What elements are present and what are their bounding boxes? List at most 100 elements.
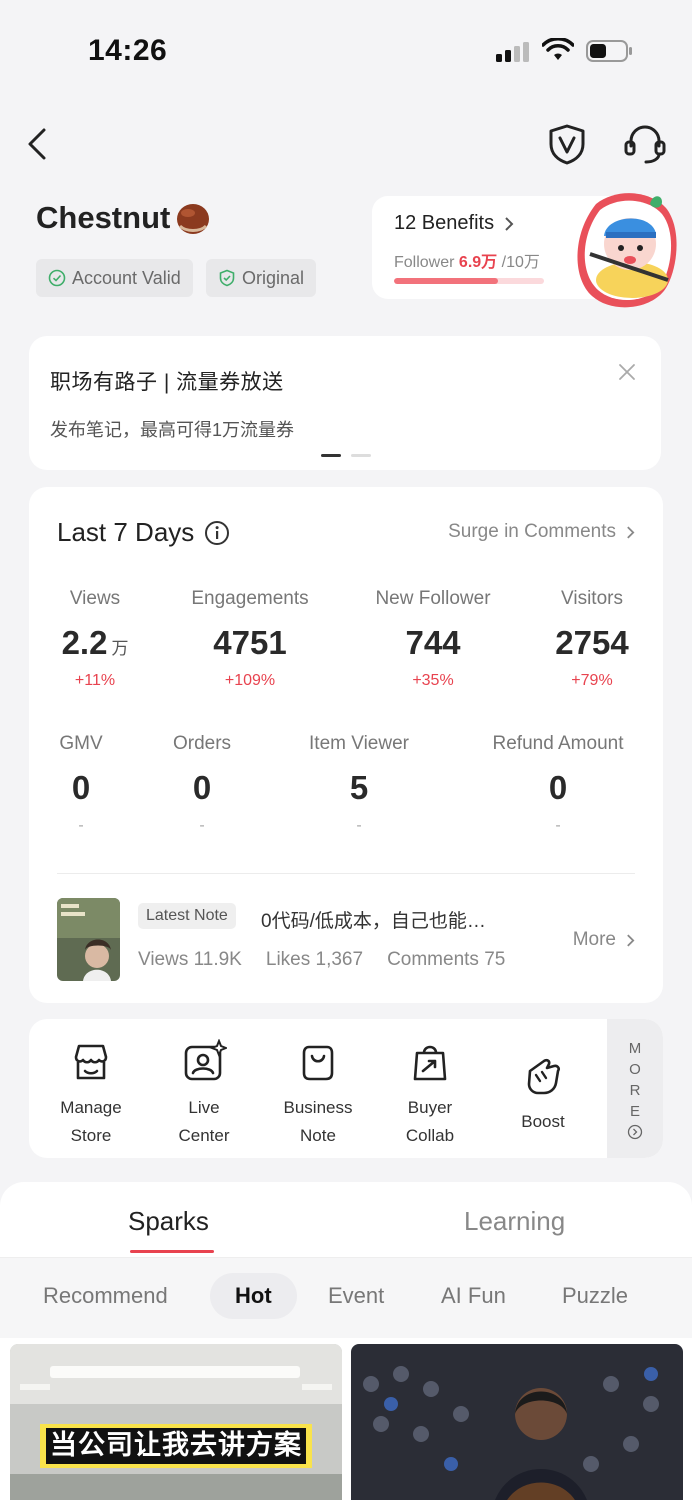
tool-label: Business Note <box>263 1094 373 1150</box>
status-bar: 14:26 <box>0 0 692 100</box>
metric-engagements[interactable]: Engagements 4751 +109% <box>191 588 308 690</box>
back-arrow-icon[interactable] <box>22 122 54 166</box>
metric-new-follower[interactable]: New Follower 744 +35% <box>375 588 490 690</box>
tool-manage-store[interactable]: Manage Store <box>36 1039 146 1150</box>
tool-buyer-collab[interactable]: Buyer Collab <box>375 1039 485 1150</box>
profile-name-text: Chestnut <box>36 200 171 235</box>
metric-label: Visitors <box>561 588 623 609</box>
battery-icon <box>586 40 632 62</box>
follower-progress-fill <box>394 278 498 284</box>
metric-label: GMV <box>59 733 103 754</box>
metric-value: 5 <box>349 769 369 806</box>
metric-orders[interactable]: Orders 0 - <box>173 733 231 835</box>
follower-current: 6.9万 <box>458 254 498 271</box>
tab-label: Sparks <box>128 1206 209 1236</box>
metric-unit: 万 <box>111 639 129 658</box>
metric-item-viewer[interactable]: Item Viewer 5 - <box>309 733 409 835</box>
latest-note-more-link[interactable]: More <box>573 929 635 951</box>
metric-label: Orders <box>172 733 232 754</box>
metric-value: 0 <box>548 769 568 806</box>
video-card-basketball[interactable] <box>351 1344 683 1500</box>
follower-label: Follower <box>394 254 455 271</box>
more-letter: R <box>629 1081 641 1099</box>
profile-name: Chestnut <box>36 200 212 236</box>
tool-label: Live Center <box>149 1094 259 1150</box>
note-likes: Likes 1,367 <box>265 949 364 970</box>
note-views: Views 11.9K <box>138 949 242 970</box>
tool-label-line1: Manage <box>60 1098 122 1117</box>
stats-title-text: Last 7 Days <box>57 517 195 547</box>
tool-boost[interactable]: Boost <box>488 1053 598 1136</box>
store-icon <box>74 1044 108 1080</box>
more-letter: O <box>629 1060 641 1078</box>
close-icon[interactable] <box>617 362 637 382</box>
chevron-right-icon <box>505 216 514 231</box>
badge-label: Account Valid <box>72 267 181 288</box>
metric-views[interactable]: Views 2.2 万 +11% <box>62 588 129 690</box>
customer-service-icon[interactable] <box>622 122 668 166</box>
metric-visitors[interactable]: Visitors 2754 +79% <box>555 588 628 690</box>
metric-delta: - <box>199 817 205 834</box>
promo-title: 职场有路子 | 流量券放送 <box>50 371 284 394</box>
fist-icon <box>527 1058 560 1095</box>
mascot-sticker-icon[interactable] <box>566 184 682 316</box>
cellular-signal-icon <box>496 42 529 62</box>
video-thumbnail-basketball <box>351 1344 683 1500</box>
check-shield-icon <box>219 269 235 287</box>
metric-refund-amount[interactable]: Refund Amount 0 - <box>493 733 624 835</box>
tool-label-line2: Note <box>300 1126 336 1145</box>
verify-shield-icon[interactable] <box>546 122 588 166</box>
metric-delta: +109% <box>224 672 276 689</box>
chip-recommend[interactable]: Recommend <box>43 1273 168 1319</box>
more-letter: M <box>628 1039 642 1057</box>
stats-title: Last 7 Days <box>57 517 230 548</box>
metric-value-number: 2.2 <box>61 624 108 661</box>
more-tools-button[interactable]: M O R E <box>607 1019 663 1158</box>
promo-banner[interactable]: 职场有路子 | 流量券放送 发布笔记，最高可得1万流量券 <box>29 336 661 470</box>
tab-underline <box>130 1250 214 1253</box>
video-caption: 当公司让我去讲方案 <box>50 1430 302 1461</box>
metric-delta: +35% <box>412 672 454 689</box>
carousel-dot <box>351 454 371 457</box>
chip-puzzle[interactable]: Puzzle <box>562 1273 628 1319</box>
metric-delta: - <box>78 817 84 834</box>
metric-value: 0 <box>192 769 212 806</box>
tool-label-line1: Buyer <box>407 1098 453 1117</box>
metric-value: 2754 <box>555 624 629 661</box>
surge-link[interactable]: Surge in Comments <box>448 521 635 543</box>
benefits-title: 12 Benefits <box>394 212 514 235</box>
surge-label: Surge in Comments <box>448 521 616 542</box>
chip-hot[interactable]: Hot <box>210 1273 297 1319</box>
benefits-title-text: 12 Benefits <box>394 212 495 234</box>
info-icon[interactable] <box>204 520 230 546</box>
tool-label: Buyer Collab <box>375 1094 485 1150</box>
tools-row: Manage Store Live Center Business Note Buye… <box>29 1019 663 1158</box>
check-circle-icon <box>48 269 66 287</box>
more-label: More <box>572 929 616 950</box>
metric-gmv[interactable]: GMV 0 - <box>59 733 102 835</box>
chip-event[interactable]: Event <box>328 1273 384 1319</box>
note-comments: Comments 75 <box>387 949 506 970</box>
metric-delta: +79% <box>571 672 613 689</box>
tab-sparks[interactable]: Sparks <box>128 1206 214 1253</box>
metric-label: Item Viewer <box>309 733 409 754</box>
latest-note-thumbnail[interactable] <box>57 898 120 981</box>
category-chips: Recommend Hot Event AI Fun Puzzle <box>0 1258 692 1338</box>
metric-label: Views <box>69 588 121 609</box>
tool-label-line2: Store <box>70 1126 112 1145</box>
metric-value: 744 <box>405 624 461 661</box>
latest-note-title[interactable]: 0代码/低成本，自己也能… <box>261 906 486 933</box>
tool-live-center[interactable]: Live Center <box>149 1038 259 1150</box>
tab-learning[interactable]: Learning <box>464 1206 565 1237</box>
video-card-office[interactable]: 当公司让我去讲方案 <box>10 1344 342 1500</box>
latest-note-stats: Views 11.9K Likes 1,367 Comments 75 <box>138 949 505 971</box>
latest-note-tag: Latest Note <box>138 903 236 929</box>
metric-value: 2.2 万 <box>62 624 129 662</box>
follower-progress-text: Follower 6.9万 /10万 <box>394 248 540 272</box>
tool-label-line1: Live <box>188 1098 220 1117</box>
chip-ai-fun[interactable]: AI Fun <box>441 1273 506 1319</box>
follower-target: /10万 <box>501 254 540 271</box>
metric-label: New Follower <box>375 588 491 609</box>
collab-icon <box>413 1045 447 1081</box>
tool-business-note[interactable]: Business Note <box>263 1039 373 1150</box>
